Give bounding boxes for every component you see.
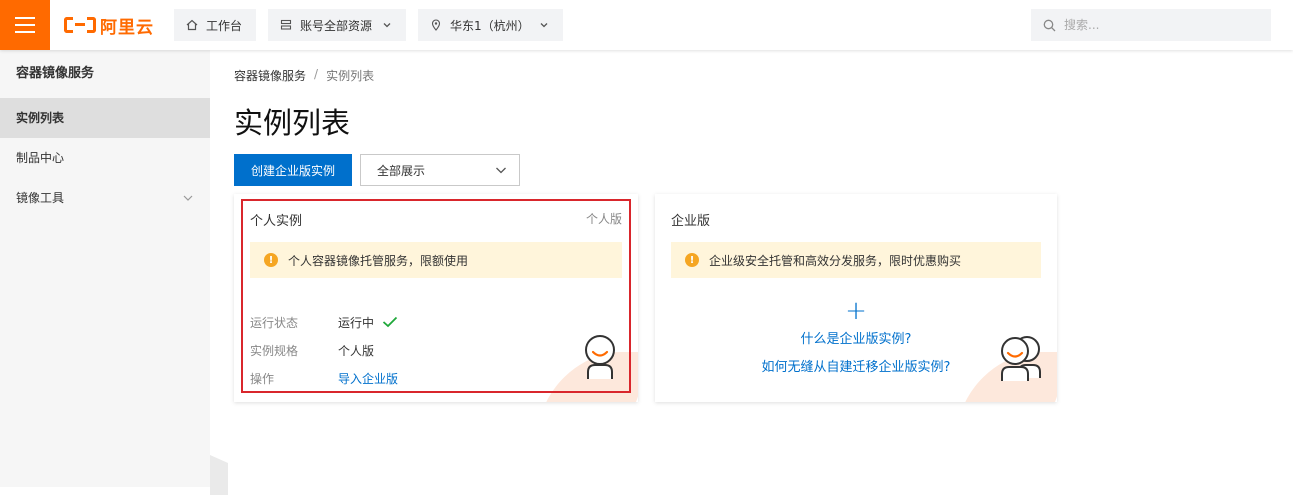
sidebar-item-label: 镜像工具 [16, 191, 65, 205]
warning-icon: ! [264, 253, 278, 267]
chevron-down-icon [496, 167, 506, 174]
top-bar: 阿里云 工作台 账号全部资源 华东1（杭州） [0, 0, 1293, 50]
logo-text: 阿里云 [100, 17, 154, 38]
action-label: 操作 [250, 371, 275, 386]
page-title: 实例列表 [234, 106, 351, 140]
breadcrumb: 容器镜像服务 / 实例列表 [234, 67, 374, 84]
sidebar-item-label: 制品中心 [16, 151, 65, 165]
notice-banner: ! 企业级安全托管和高效分发服务，限时优惠购买 [671, 242, 1041, 278]
search-input[interactable] [1064, 18, 1244, 32]
edition-tag: 个人版 [585, 212, 622, 226]
personal-instance-card[interactable]: 个人实例 个人版 ! 个人容器镜像托管服务，限额使用 运行状态 运行中 实例规格… [234, 194, 638, 402]
logo-mark-icon [64, 15, 96, 35]
aliyun-logo[interactable]: 阿里云 [64, 14, 154, 38]
region-dropdown[interactable]: 华东1（杭州） [418, 9, 563, 41]
chevron-down-icon [183, 195, 193, 201]
sidebar-collapse-handle[interactable] [210, 455, 228, 495]
plus-icon[interactable]: + [655, 298, 1057, 324]
hamburger-menu-icon[interactable] [0, 0, 50, 50]
workbench-button[interactable]: 工作台 [174, 9, 256, 41]
location-pin-icon [431, 19, 441, 31]
notice-text: 个人容器镜像托管服务，限额使用 [288, 253, 469, 268]
status-value: 运行中 [338, 315, 375, 330]
global-search[interactable] [1031, 9, 1271, 41]
sidebar-item-label: 实例列表 [16, 111, 65, 125]
check-icon [382, 316, 398, 328]
instance-info: 运行状态 运行中 实例规格 个人版 操作 导入企业版 [250, 308, 398, 392]
spec-value: 个人版 [338, 343, 375, 358]
sidebar-item-artifact-center[interactable]: 制品中心 [0, 138, 210, 178]
sidebar-item-image-tools[interactable]: 镜像工具 [0, 178, 210, 218]
user-avatar-icon [585, 335, 615, 379]
resources-dropdown[interactable]: 账号全部资源 [268, 9, 406, 41]
search-icon [1043, 19, 1056, 31]
region-label: 华东1（杭州） [450, 18, 530, 33]
card-title: 个人实例 [250, 214, 303, 229]
notice-text: 企业级安全托管和高效分发服务，限时优惠购买 [709, 253, 962, 268]
sidebar: 容器镜像服务 实例列表 制品中心 镜像工具 [0, 50, 210, 487]
display-filter-value: 全部展示 [377, 163, 426, 178]
status-row: 运行状态 运行中 [250, 308, 398, 336]
status-label: 运行状态 [250, 315, 299, 330]
sidebar-title: 容器镜像服务 [16, 66, 95, 81]
breadcrumb-separator: / [314, 67, 319, 81]
chevron-down-icon [383, 23, 391, 28]
create-enterprise-instance-button[interactable]: 创建企业版实例 [234, 154, 352, 186]
card-title: 企业版 [671, 214, 711, 229]
chevron-down-icon [540, 23, 548, 28]
resource-stack-icon [280, 19, 292, 30]
spec-label: 实例规格 [250, 343, 299, 358]
enterprise-instance-card[interactable]: 企业版 ! 企业级安全托管和高效分发服务，限时优惠购买 + 什么是企业版实例? … [655, 194, 1057, 402]
resources-label: 账号全部资源 [300, 18, 373, 33]
action-row: 操作 导入企业版 [250, 364, 398, 392]
workbench-label: 工作台 [206, 18, 243, 33]
spec-row: 实例规格 个人版 [250, 336, 398, 364]
import-enterprise-link[interactable]: 导入企业版 [338, 370, 398, 387]
users-group-icon [1001, 336, 1041, 381]
breadcrumb-root[interactable]: 容器镜像服务 [234, 67, 306, 84]
home-icon [186, 19, 198, 31]
breadcrumb-current: 实例列表 [326, 69, 375, 83]
warning-icon: ! [685, 253, 699, 267]
notice-banner: ! 个人容器镜像托管服务，限额使用 [250, 242, 622, 278]
sidebar-item-instances[interactable]: 实例列表 [0, 98, 210, 138]
display-filter-select[interactable]: 全部展示 [360, 154, 520, 186]
